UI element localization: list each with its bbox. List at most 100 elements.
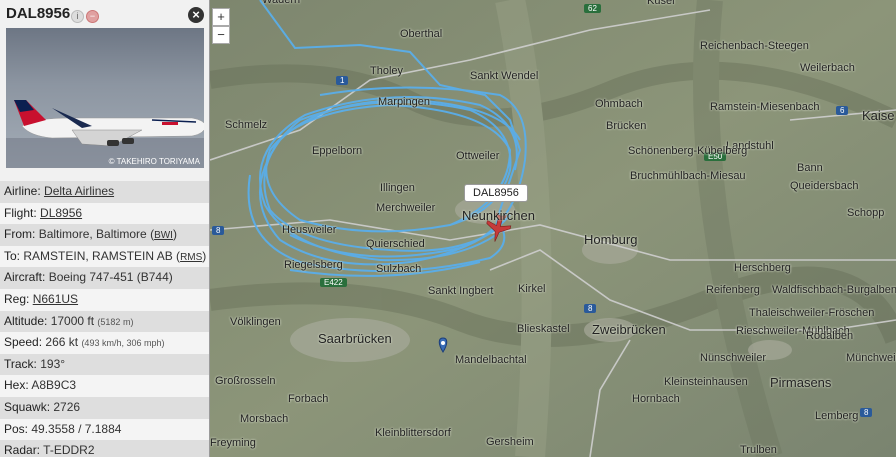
place-label: Kleinsteinhausen xyxy=(664,376,748,388)
place-label: Schmelz xyxy=(225,119,268,131)
road-shield: 8 xyxy=(584,304,597,313)
place-label: Quierschied xyxy=(366,238,425,250)
place-label: Zweibrücken xyxy=(592,322,666,337)
place-label: Morsbach xyxy=(240,413,289,425)
place-label: Queidersbach xyxy=(790,180,859,192)
flight-label[interactable]: DAL8956 xyxy=(464,184,528,202)
detail-label: Hex: xyxy=(4,378,29,393)
detail-value: 49.3558 / 7.1884 xyxy=(31,421,122,436)
aircraft-image xyxy=(6,100,204,168)
place-label: Merchweiler xyxy=(376,202,436,214)
place-label: Münchweiler an der Rod xyxy=(846,352,896,364)
place-label: Blieskastel xyxy=(517,323,570,335)
place-label: Ottweiler xyxy=(456,150,500,162)
place-label: Rodalben xyxy=(806,330,854,342)
remove-icon[interactable]: − xyxy=(86,10,99,23)
detail-value: A8B9C3 xyxy=(31,378,77,393)
detail-extra: (5182 m) xyxy=(97,316,134,327)
detail-label: Reg: xyxy=(4,291,30,306)
airport-code-link[interactable]: RMS xyxy=(180,252,202,263)
detail-value: Baltimore, Baltimore xyxy=(38,227,147,242)
flight-callsign: DAL8956 xyxy=(6,5,71,22)
detail-label: To: xyxy=(4,248,21,263)
place-label: Wadern xyxy=(262,0,301,6)
detail-row: Speed: 266 kt (493 km/h, 306 mph) xyxy=(0,332,209,354)
place-label: Ramstein-Miesenbach xyxy=(710,101,820,113)
place-label: Herschberg xyxy=(734,262,791,274)
place-label: Schönenberg-Kübelberg xyxy=(628,145,748,157)
detail-label: Airline: xyxy=(4,184,41,198)
place-label: Reifenberg xyxy=(706,284,760,296)
detail-label: From: xyxy=(4,227,36,242)
road-shield: 1 xyxy=(336,76,349,85)
map-view[interactable]: 62 1 6 E50 8 E422 8 8 Wadern Oberthal Kusel Reiche… xyxy=(210,0,896,457)
place-label: Sulzbach xyxy=(376,263,422,275)
place-label: Thaleischweiler-Fröschen xyxy=(749,307,875,319)
detail-value: 193° xyxy=(40,356,66,371)
road-shield: E422 xyxy=(320,278,347,287)
detail-value: 17000 ft xyxy=(50,313,95,328)
road-shield: 8 xyxy=(212,226,225,235)
place-label: Schopp xyxy=(847,207,885,219)
place-label: Kirkel xyxy=(518,283,546,295)
place-label: Saarbrücken xyxy=(318,331,392,346)
detail-row: Flight: DL8956 xyxy=(0,202,209,225)
airport-code-link[interactable]: BWI xyxy=(154,230,173,241)
zoom-in-button[interactable]: + xyxy=(212,8,230,26)
detail-label: Pos: xyxy=(4,421,29,436)
place-label: Kleinblittersdorf xyxy=(375,427,451,439)
detail-row: Airline: Delta Airlines xyxy=(0,181,209,203)
photo-credit: © TAKEHIRO TORIYAMA xyxy=(108,157,200,166)
detail-value: RAMSTEIN, RAMSTEIN AB xyxy=(23,248,173,263)
place-label: Gersheim xyxy=(486,436,534,448)
place-label: Tholey xyxy=(370,65,404,77)
detail-value[interactable]: N661US xyxy=(33,292,78,306)
place-label: Bann xyxy=(797,162,823,174)
place-label: Freyming xyxy=(210,437,256,449)
detail-row: From: Baltimore, Baltimore (BWI) xyxy=(0,224,209,246)
place-label: Ohmbach xyxy=(595,98,643,110)
place-label: Heusweiler xyxy=(282,224,337,236)
place-label: Marpingen xyxy=(378,96,430,108)
detail-value: 266 kt xyxy=(45,335,79,350)
detail-row: Squawk: 2726 xyxy=(0,396,209,419)
place-label: Großrosseln xyxy=(215,375,276,387)
detail-row: Aircraft: Boeing 747-451 (B744) xyxy=(0,267,209,289)
detail-label: Speed: xyxy=(4,335,43,350)
detail-row: Altitude: 17000 ft (5182 m) xyxy=(0,310,209,333)
place-label: Illingen xyxy=(380,182,415,194)
place-label: Riegelsberg xyxy=(284,259,343,271)
detail-label: Track: xyxy=(4,356,37,371)
place-label: Lemberg xyxy=(815,410,859,422)
place-label: Trulben xyxy=(740,444,777,456)
detail-value: Boeing 747-451 (B744) xyxy=(48,270,173,285)
detail-row: To: RAMSTEIN, RAMSTEIN AB (RMS) xyxy=(0,245,209,268)
detail-value: T-EDDR2 xyxy=(43,443,95,457)
zoom-out-button[interactable]: − xyxy=(212,26,230,44)
detail-value: 2726 xyxy=(53,399,81,414)
place-label: Völklingen xyxy=(230,316,281,328)
panel-header: DAL8956 i − × xyxy=(0,0,209,28)
detail-extra: (493 km/h, 306 mph) xyxy=(81,338,165,349)
place-label: Kaise xyxy=(862,108,895,123)
aircraft-photo[interactable]: © TAKEHIRO TORIYAMA xyxy=(6,28,204,168)
flight-details: Airline: Delta Airlines Flight: DL8956 Fro… xyxy=(0,181,209,457)
place-label: Brücken xyxy=(606,120,647,132)
place-label: Waldfischbach-Burgalben xyxy=(772,284,896,296)
place-label: Mandelbachtal xyxy=(455,354,527,366)
detail-value[interactable]: Delta Airlines xyxy=(44,184,114,198)
close-button[interactable]: × xyxy=(188,7,204,23)
detail-row: Reg: N661US xyxy=(0,288,209,311)
detail-label: Aircraft: xyxy=(4,270,46,285)
detail-row: Pos: 49.3558 / 7.1884 xyxy=(0,418,209,441)
place-label: Oberthal xyxy=(400,28,443,40)
detail-value[interactable]: DL8956 xyxy=(40,206,82,220)
info-icon[interactable]: i xyxy=(71,10,84,23)
place-label: Neunkirchen xyxy=(462,208,535,223)
detail-label: Squawk: xyxy=(4,399,51,414)
place-label: Pirmasens xyxy=(770,375,832,390)
road-shield: 62 xyxy=(584,4,601,13)
place-label: Nünschweiler xyxy=(700,352,767,364)
place-label: Sankt Wendel xyxy=(470,70,539,82)
place-label: Forbach xyxy=(288,393,329,405)
